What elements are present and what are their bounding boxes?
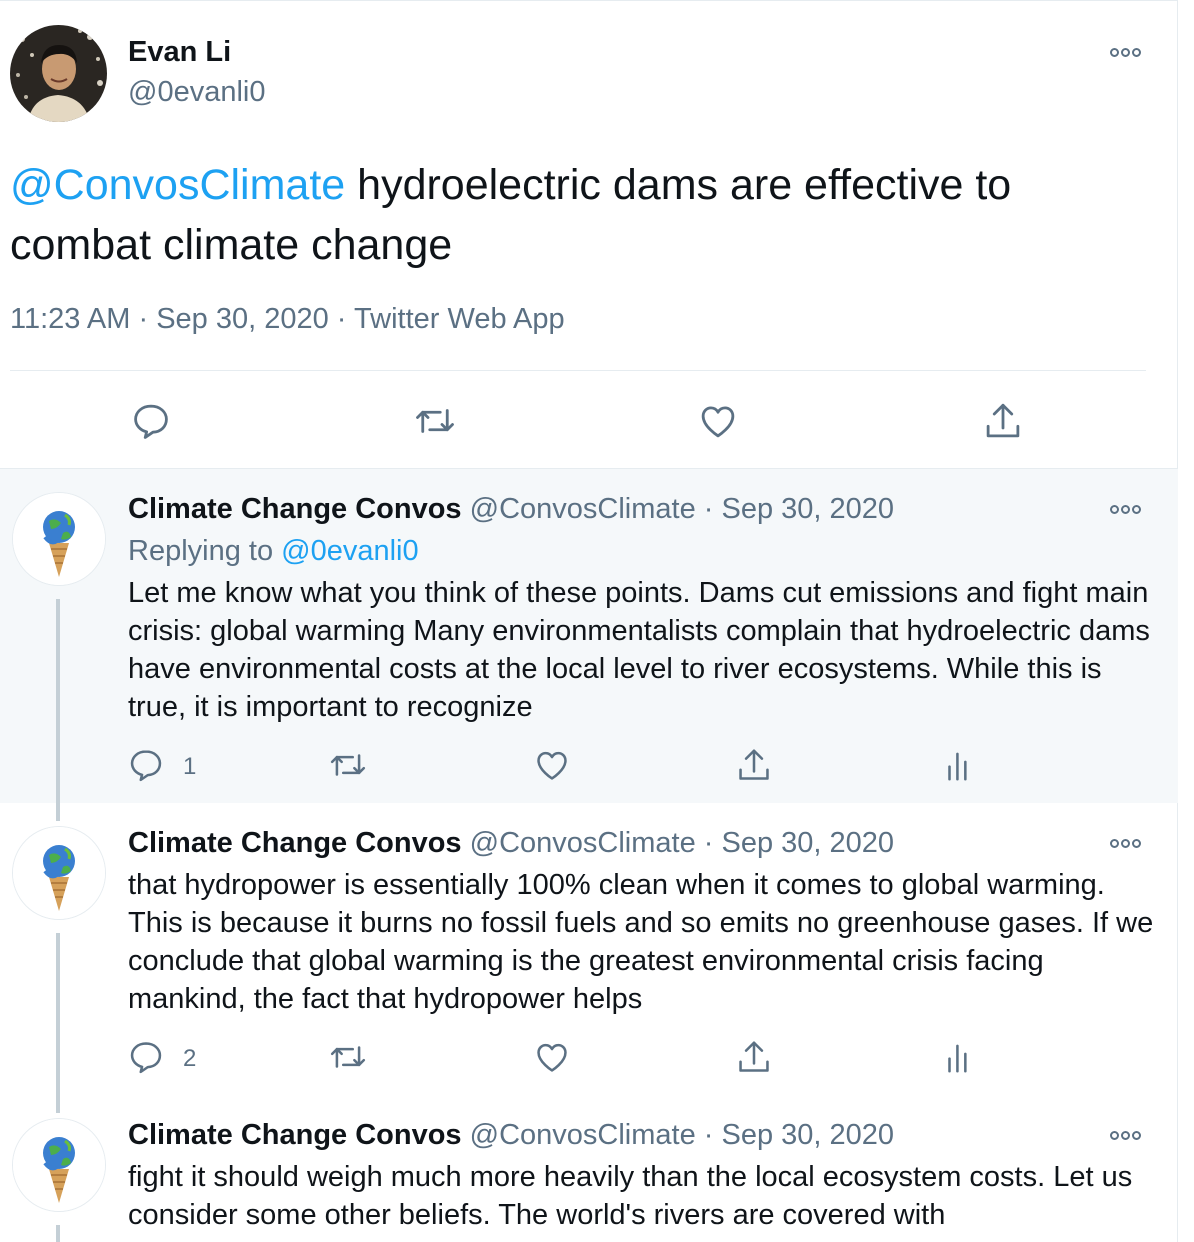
reply-author-name[interactable]: Climate Change Convos	[128, 1119, 462, 1151]
tweet-meta: 11:23 AM · Sep 30, 2020 · Twitter Web Ap…	[10, 303, 565, 336]
reply-author-handle[interactable]: @ConvosClimate	[470, 1119, 696, 1151]
reply-author-name[interactable]: Climate Change Convos	[128, 827, 462, 859]
avatar[interactable]	[10, 25, 107, 122]
reply-text: Let me know what you think of these poin…	[128, 577, 1150, 723]
reply-date[interactable]: Sep 30, 2020	[722, 493, 895, 525]
reply-tweet[interactable]: Climate Change Convos @ConvosClimate · S…	[0, 469, 1178, 803]
reply-text: fight it should weigh much more heavily …	[128, 1161, 1133, 1231]
replying-prefix: Replying to	[128, 535, 282, 567]
like-icon[interactable]	[697, 400, 739, 442]
share-icon[interactable]	[982, 400, 1024, 442]
thread-line	[56, 599, 60, 803]
tweet-text: @ConvosClimate hydroelectric dams are ef…	[10, 155, 1130, 275]
thread-line	[56, 933, 60, 1095]
more-options-icon[interactable]	[1110, 1129, 1144, 1141]
author-name[interactable]: Evan Li	[128, 36, 231, 69]
retweet-icon[interactable]	[329, 1038, 369, 1078]
author-handle[interactable]: @0evanli0	[128, 76, 265, 109]
mention-link[interactable]: @ConvosClimate	[10, 161, 345, 209]
tweet-source[interactable]: Twitter Web App	[354, 303, 565, 335]
analytics-icon[interactable]	[940, 746, 980, 786]
tweet-time[interactable]: 11:23 AM	[10, 303, 130, 335]
reply-text: that hydropower is essentially 100% clea…	[128, 869, 1154, 1015]
thread-line	[56, 803, 60, 821]
top-border	[0, 0, 1178, 1]
like-icon[interactable]	[533, 1038, 573, 1078]
tweet-date[interactable]: Sep 30, 2020	[156, 303, 329, 335]
share-icon[interactable]	[735, 746, 775, 786]
thread-line	[56, 1095, 60, 1113]
reply-author-handle[interactable]: @ConvosClimate	[470, 493, 696, 525]
avatar[interactable]	[12, 826, 106, 920]
thread-line	[56, 1225, 60, 1242]
reply-icon[interactable]	[130, 400, 172, 442]
divider	[10, 370, 1146, 371]
like-icon[interactable]	[533, 746, 573, 786]
reply-header: Climate Change Convos @ConvosClimate · S…	[128, 827, 894, 860]
reply-author-handle[interactable]: @ConvosClimate	[470, 827, 696, 859]
analytics-icon[interactable]	[940, 1038, 980, 1078]
reply-icon[interactable]	[127, 746, 167, 786]
reply-author-name[interactable]: Climate Change Convos	[128, 493, 462, 525]
more-options-icon[interactable]	[1110, 503, 1144, 515]
tweet-thread-page: Evan Li @0evanli0 @ConvosClimate hydroel…	[0, 0, 1178, 1242]
meta-separator: ·	[138, 303, 149, 335]
meta-separator: ·	[336, 303, 347, 335]
more-options-icon[interactable]	[1110, 837, 1144, 849]
avatar[interactable]	[12, 492, 106, 586]
reply-tweet[interactable]: Climate Change Convos @ConvosClimate · S…	[0, 1095, 1178, 1242]
retweet-icon[interactable]	[414, 400, 456, 442]
retweet-icon[interactable]	[329, 746, 369, 786]
reply-date[interactable]: Sep 30, 2020	[722, 827, 895, 859]
reply-header: Climate Change Convos @ConvosClimate · S…	[128, 1119, 894, 1152]
reply-header: Climate Change Convos @ConvosClimate · S…	[128, 493, 894, 526]
avatar[interactable]	[12, 1118, 106, 1212]
reply-count: 1	[183, 753, 197, 780]
replying-to: Replying to @0evanli0	[128, 535, 419, 568]
more-options-icon[interactable]	[1110, 46, 1144, 58]
share-icon[interactable]	[735, 1038, 775, 1078]
reply-icon[interactable]	[127, 1038, 167, 1078]
reply-date[interactable]: Sep 30, 2020	[722, 1119, 895, 1151]
meta-separator: ·	[703, 493, 714, 525]
meta-separator: ·	[703, 1119, 714, 1151]
replying-to-link[interactable]: @0evanli0	[281, 535, 418, 567]
reply-count: 2	[183, 1045, 197, 1072]
reply-tweet[interactable]: Climate Change Convos @ConvosClimate · S…	[0, 803, 1178, 1095]
meta-separator: ·	[703, 827, 714, 859]
